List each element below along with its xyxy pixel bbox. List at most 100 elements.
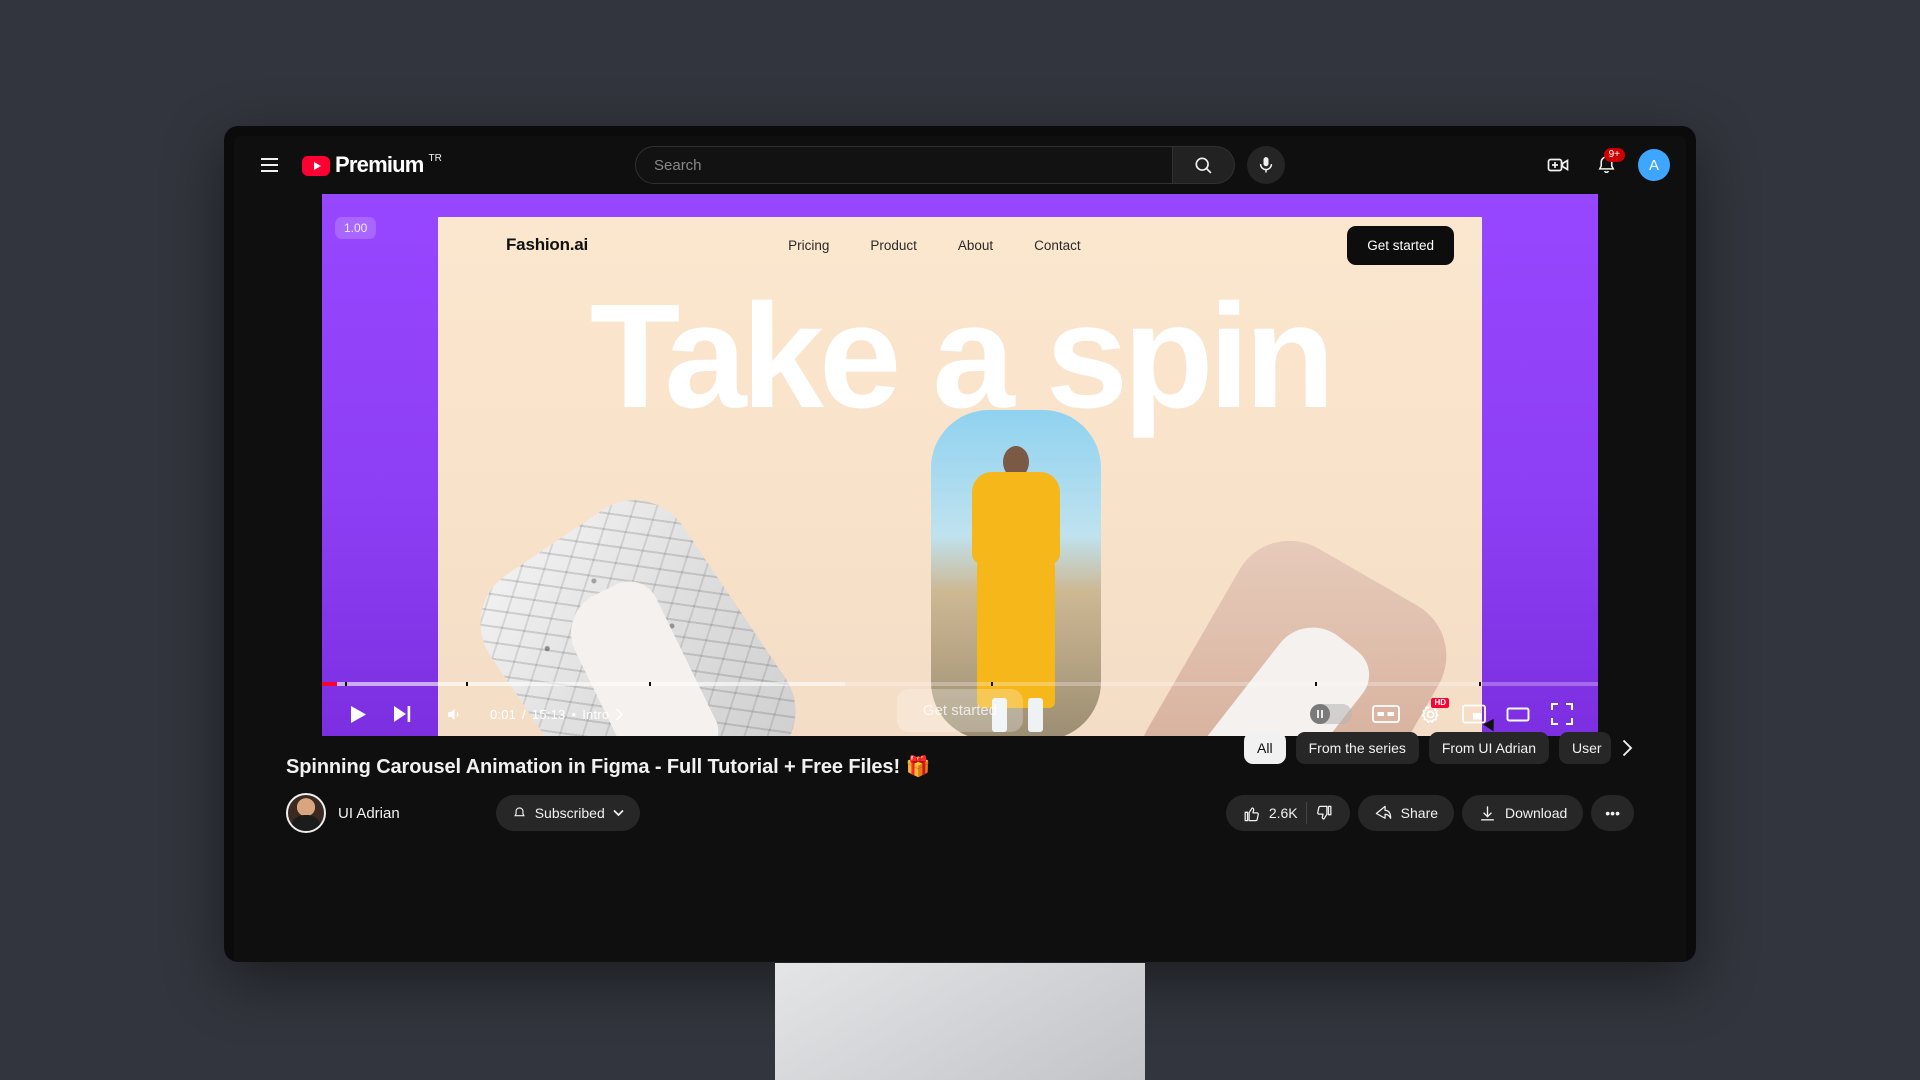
chip-from-ui-adrian[interactable]: From UI Adrian xyxy=(1428,732,1549,764)
channel-avatar[interactable] xyxy=(286,793,326,833)
time-display: 0:01 / 15:13 • Intro xyxy=(490,707,624,722)
mockup-link-contact: Contact xyxy=(1034,237,1081,253)
mockup-get-started-button: Get started xyxy=(1347,225,1454,265)
chapter-label[interactable]: Intro xyxy=(582,707,609,722)
chapter-marker xyxy=(344,682,347,686)
logo-word: Premium xyxy=(335,152,424,177)
time-current: 0:01 xyxy=(490,706,517,722)
mockup-link-pricing: Pricing xyxy=(788,237,830,253)
chapter-marker xyxy=(466,682,469,686)
progress-loaded xyxy=(322,682,846,686)
next-video-button[interactable] xyxy=(382,694,422,734)
monitor-frame: Premium TR Search 9+ A 1.00 Fashion.ai P… xyxy=(224,126,1696,962)
video-stage: 1.00 Fashion.ai Pricing Product About Co… xyxy=(322,194,1598,736)
video-content-website-mockup: Fashion.ai Pricing Product About Contact… xyxy=(438,217,1482,736)
monitor-screen: Premium TR Search 9+ A 1.00 Fashion.ai P… xyxy=(234,136,1686,962)
youtube-play-mark-icon xyxy=(302,156,330,176)
download-button[interactable]: Download xyxy=(1462,795,1584,831)
chapter-marker xyxy=(990,682,993,686)
share-label: Share xyxy=(1400,805,1439,821)
video-actions: 2.6K Share Download ••• xyxy=(1225,795,1634,831)
search-submit-button[interactable] xyxy=(1173,146,1235,184)
video-meta-row: UI Adrian Subscribed 2.6K Share Download… xyxy=(286,793,1634,833)
search-icon xyxy=(1195,156,1212,174)
comment-filter-chips: All From the series From UI Adrian User xyxy=(1244,732,1634,764)
mockup-nav: Fashion.ai Pricing Product About Contact… xyxy=(438,217,1482,273)
mockup-link-about: About xyxy=(957,237,994,253)
thumbs-down-icon xyxy=(1316,805,1332,820)
autoplay-toggle[interactable] xyxy=(1310,704,1352,724)
chevron-right-icon xyxy=(1622,739,1633,757)
chevron-down-icon xyxy=(613,809,624,817)
chapter-marker xyxy=(1479,682,1482,686)
miniplayer-button[interactable] xyxy=(1454,694,1494,734)
mockup-nav-links: Pricing Product About Contact xyxy=(788,238,1081,253)
playback-speed-badge: 1.00 xyxy=(335,217,377,239)
chapter-marker xyxy=(648,682,651,686)
notifications-button[interactable]: 9+ xyxy=(1586,145,1626,185)
download-icon xyxy=(1481,805,1494,821)
share-button[interactable]: Share xyxy=(1357,795,1455,831)
chip-from-the-series[interactable]: From the series xyxy=(1295,732,1419,764)
voice-search-button[interactable] xyxy=(1247,146,1285,184)
like-count: 2.6K xyxy=(1268,805,1298,821)
play-icon xyxy=(350,705,366,723)
create-video-button[interactable] xyxy=(1538,145,1578,185)
time-separator: / xyxy=(522,706,526,722)
logo-country-code: TR xyxy=(428,153,442,164)
volume-button[interactable] xyxy=(434,694,474,734)
monitor-stand xyxy=(775,963,1145,1080)
progress-bar[interactable] xyxy=(322,682,1598,686)
subscribed-label: Subscribed xyxy=(534,805,605,821)
create-video-icon xyxy=(1547,158,1569,172)
player-controls: 0:01 / 15:13 • Intro HD xyxy=(322,682,1598,736)
chip-user[interactable]: User xyxy=(1559,732,1611,764)
more-actions-label: ••• xyxy=(1605,805,1620,821)
video-info-section: Spinning Carousel Animation in Figma - F… xyxy=(234,732,1686,833)
header-center xyxy=(580,146,1340,184)
avatar[interactable]: A xyxy=(1638,149,1670,181)
more-actions-button[interactable]: ••• xyxy=(1591,795,1634,831)
fullscreen-button[interactable] xyxy=(1542,694,1582,734)
hamburger-icon[interactable] xyxy=(250,146,288,184)
chevron-right-icon[interactable] xyxy=(615,707,624,721)
chip-all[interactable]: All xyxy=(1244,732,1286,764)
mockup-brand: Fashion.ai xyxy=(506,235,589,254)
model-top-center xyxy=(972,472,1060,564)
progress-played xyxy=(322,682,338,686)
thumbs-up-icon xyxy=(1244,806,1259,821)
search-input[interactable] xyxy=(654,156,1168,174)
chips-next-button[interactable] xyxy=(1621,739,1634,757)
captions-button[interactable] xyxy=(1366,694,1406,734)
next-track-icon xyxy=(393,706,410,722)
like-dislike-group[interactable]: 2.6K xyxy=(1225,795,1350,831)
hd-badge: HD xyxy=(1431,698,1449,708)
theater-mode-icon xyxy=(1506,707,1530,721)
channel-name[interactable]: UI Adrian xyxy=(338,805,400,822)
play-button[interactable] xyxy=(338,694,378,734)
mockup-link-product: Product xyxy=(870,237,917,253)
youtube-premium-logo[interactable]: Premium TR xyxy=(302,152,442,178)
bell-icon xyxy=(513,806,525,816)
miniplayer-icon xyxy=(1462,704,1486,724)
video-player[interactable]: 1.00 Fashion.ai Pricing Product About Co… xyxy=(322,194,1598,736)
search-bar xyxy=(635,146,1235,184)
search-input-box[interactable] xyxy=(635,146,1173,184)
mockup-headline: Take a spin xyxy=(589,274,1335,439)
control-row: 0:01 / 15:13 • Intro HD xyxy=(322,692,1598,736)
subscribed-button[interactable]: Subscribed xyxy=(495,795,640,831)
chapter-marker xyxy=(1314,682,1317,686)
channel-info[interactable]: UI Adrian xyxy=(286,793,400,833)
captions-icon xyxy=(1372,705,1400,723)
notification-badge: 9+ xyxy=(1603,148,1625,162)
theater-mode-button[interactable] xyxy=(1498,694,1538,734)
share-icon xyxy=(1375,805,1391,819)
fullscreen-icon xyxy=(1551,703,1573,725)
divider xyxy=(1305,802,1307,824)
chapter-dot: • xyxy=(571,706,577,722)
header-right: 9+ A xyxy=(1340,145,1670,185)
header-left: Premium TR xyxy=(250,146,580,184)
autoplay-knob-pause-icon xyxy=(1310,704,1330,724)
settings-button[interactable]: HD xyxy=(1410,694,1450,734)
volume-icon xyxy=(447,708,458,720)
